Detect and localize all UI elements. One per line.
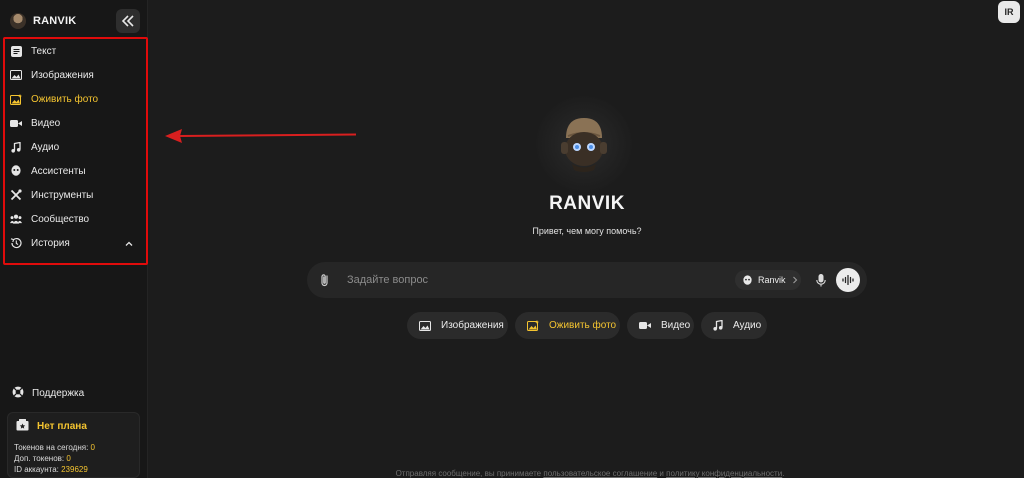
- microphone-icon: [816, 273, 826, 286]
- extra-tokens-value: 0: [66, 454, 71, 463]
- sidebar: RANVIK Текст Изображения Оживить фото Ви…: [0, 0, 148, 478]
- account-id-value: 239629: [61, 465, 88, 474]
- chip-audio[interactable]: Аудио: [701, 312, 767, 339]
- user-agreement-link[interactable]: пользовательское соглашение: [543, 469, 657, 478]
- community-icon: [10, 213, 22, 225]
- footer-text: и: [659, 469, 664, 478]
- model-selector[interactable]: Ranvik: [735, 270, 801, 290]
- account-id-row: ID аккаунта: 239629: [14, 465, 88, 474]
- sidebar-item-audio[interactable]: Аудио: [10, 137, 59, 157]
- sidebar-item-tools[interactable]: Инструменты: [10, 185, 93, 205]
- model-label: Ranvik: [758, 275, 786, 285]
- sidebar-item-assistants[interactable]: Ассистенты: [10, 161, 86, 181]
- extra-tokens-row: Доп. токенов: 0: [14, 454, 71, 463]
- collapse-sidebar-button[interactable]: [116, 9, 140, 33]
- sidebar-item-label: Видео: [31, 117, 61, 129]
- sidebar-item-label: Аудио: [31, 141, 60, 153]
- chat-bar: Ranvik: [307, 262, 867, 298]
- user-avatar[interactable]: IR: [998, 1, 1020, 23]
- chip-label: Оживить фото: [549, 320, 617, 331]
- voice-mode-button[interactable]: [836, 268, 860, 292]
- privacy-policy-link[interactable]: политику конфиденциальности: [666, 469, 782, 478]
- annotation-arrow: [165, 129, 356, 143]
- sidebar-item-label: Оживить фото: [31, 93, 99, 105]
- text-icon: [10, 45, 22, 57]
- tools-icon: [10, 189, 22, 201]
- robot-avatar-icon: [10, 13, 26, 29]
- sidebar-item-animate-photo[interactable]: Оживить фото: [10, 89, 98, 109]
- sidebar-item-label: Текст: [31, 45, 57, 57]
- chip-label: Изображения: [441, 320, 504, 331]
- sidebar-item-label: Ассистенты: [31, 165, 86, 177]
- animate-photo-icon: [527, 320, 539, 331]
- lifebuoy-icon: [12, 386, 24, 401]
- chat-input[interactable]: [347, 270, 727, 290]
- sidebar-item-images[interactable]: Изображения: [10, 65, 94, 85]
- tokens-today-label: Токенов на сегодня:: [14, 443, 89, 452]
- sidebar-item-label: История: [31, 237, 70, 249]
- sidebar-item-text[interactable]: Текст: [10, 41, 56, 61]
- support-link[interactable]: Поддержка: [12, 384, 84, 402]
- plan-title: Нет плана: [37, 421, 87, 432]
- plan-icon: [16, 419, 29, 434]
- footer-text: .: [782, 469, 785, 478]
- sidebar-item-label: Инструменты: [31, 189, 94, 201]
- hero-subtitle: Привет, чем могу помочь?: [532, 226, 642, 236]
- tokens-today-row: Токенов на сегодня: 0: [14, 443, 95, 452]
- image-icon: [10, 69, 22, 81]
- chip-label: Видео: [661, 320, 691, 331]
- video-icon: [10, 117, 22, 129]
- animate-photo-icon: [10, 93, 22, 105]
- support-label: Поддержка: [32, 387, 85, 399]
- chip-video[interactable]: Видео: [627, 312, 694, 339]
- chevron-up-icon[interactable]: [124, 239, 134, 249]
- brand[interactable]: RANVIK: [10, 10, 76, 32]
- account-id-label: ID аккаунта:: [14, 465, 59, 474]
- footer-disclaimer: Отправляя сообщение, вы принимаете польз…: [260, 469, 920, 478]
- paperclip-icon[interactable]: [317, 272, 333, 288]
- plan-header: Нет плана: [16, 419, 87, 434]
- music-icon: [10, 141, 22, 153]
- sidebar-item-label: Изображения: [31, 69, 94, 81]
- chip-images[interactable]: Изображения: [407, 312, 508, 339]
- footer-text: Отправляя сообщение, вы принимаете: [395, 469, 542, 478]
- music-icon: [713, 320, 723, 331]
- extra-tokens-label: Доп. токенов:: [14, 454, 65, 463]
- assistant-icon: [743, 274, 752, 285]
- sidebar-item-community[interactable]: Сообщество: [10, 209, 89, 229]
- plan-card[interactable]: Нет плана Токенов на сегодня: 0 Доп. ток…: [7, 412, 140, 478]
- video-icon: [639, 322, 651, 329]
- chip-animate-photo[interactable]: Оживить фото: [515, 312, 620, 339]
- sidebar-item-video[interactable]: Видео: [10, 113, 60, 133]
- brand-name: RANVIK: [33, 15, 77, 27]
- hero-title: RANVIK: [549, 193, 625, 214]
- microphone-button[interactable]: [811, 270, 831, 290]
- sidebar-item-history[interactable]: История: [10, 233, 70, 253]
- double-chevron-left-icon: [121, 15, 134, 27]
- chevron-right-icon: [792, 276, 797, 284]
- image-icon: [419, 320, 431, 331]
- assistant-icon: [10, 165, 22, 177]
- sound-wave-icon: [842, 275, 854, 285]
- chip-label: Аудио: [733, 320, 762, 331]
- robot-logo-icon: [561, 118, 607, 172]
- sidebar-item-label: Сообщество: [31, 213, 90, 225]
- history-icon: [10, 237, 22, 249]
- tokens-today-value: 0: [90, 443, 95, 452]
